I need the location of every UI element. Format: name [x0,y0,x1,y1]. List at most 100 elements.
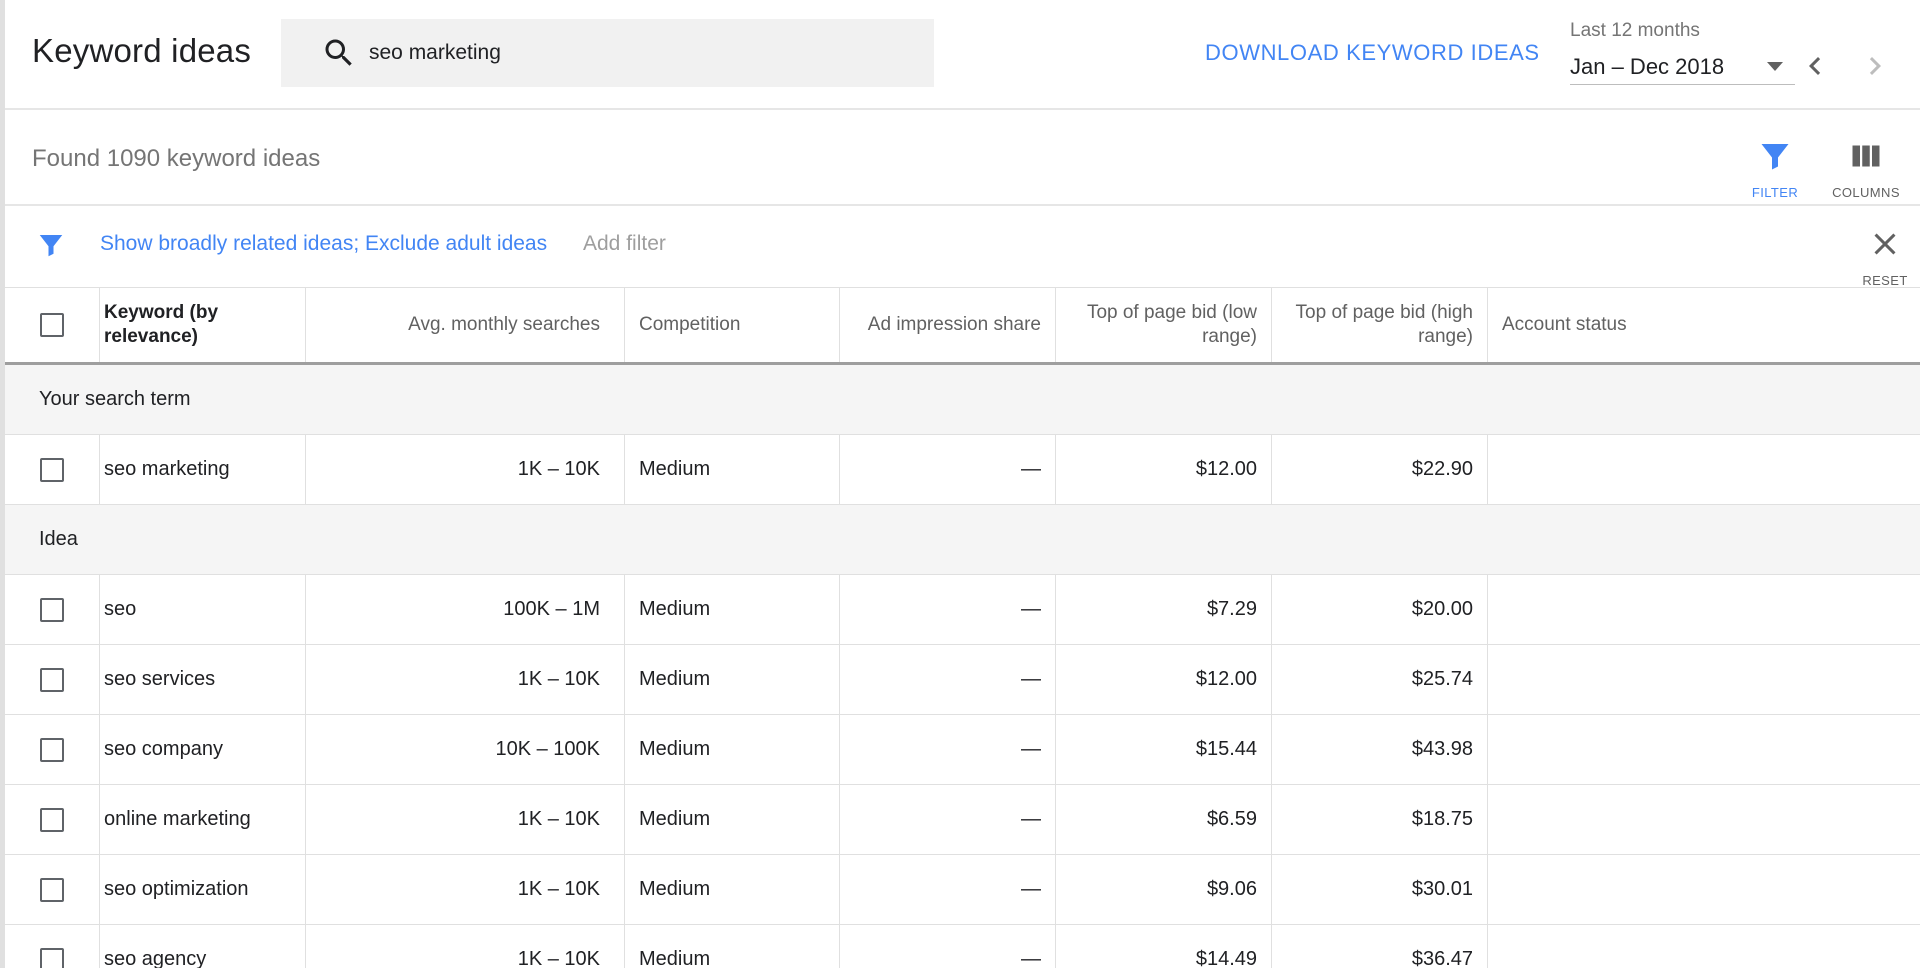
columns-button-label: COLUMNS [1832,185,1900,200]
bid-high-cell: $25.74 [1272,645,1488,714]
row-checkbox[interactable] [40,667,64,692]
bid-high-cell: $43.98 [1272,715,1488,784]
row-select-cell [5,715,100,784]
search-input[interactable] [369,19,909,87]
column-header-avg-monthly-searches[interactable]: Avg. monthly searches [306,287,625,362]
date-range-label: Last 12 months [1570,20,1700,41]
columns-icon [1852,145,1880,167]
active-filters-link[interactable]: Show broadly related ideas; Exclude adul… [100,232,547,256]
column-header-keyword[interactable]: Keyword (by relevance) [100,287,306,362]
keyword-cell: online marketing [100,785,306,854]
bid-low-cell: $9.06 [1056,855,1272,924]
row-select-cell [5,435,100,504]
results-summary-bar: Found 1090 keyword ideas FILTER COLUMNS [5,110,1920,206]
date-range-dropdown[interactable]: Jan – Dec 2018 [1570,48,1795,85]
account-status-cell [1488,855,1920,924]
table-row: seo services 1K – 10K Medium — $12.00 $2… [5,645,1920,715]
ad-impression-cell: — [840,435,1056,504]
competition-cell: Medium [625,645,840,714]
ad-impression-cell: — [840,855,1056,924]
keyword-cell: seo optimization [100,855,306,924]
bid-low-cell: $6.59 [1056,785,1272,854]
bid-low-cell: $14.49 [1056,925,1272,968]
section-label: Idea [39,528,78,550]
bid-low-cell: $12.00 [1056,435,1272,504]
row-checkbox[interactable] [40,457,64,482]
download-keyword-ideas-link[interactable]: DOWNLOAD KEYWORD IDEAS [1205,40,1540,66]
column-header-ad-impression-share[interactable]: Ad impression share [840,287,1056,362]
table-row: seo optimization 1K – 10K Medium — $9.06… [5,855,1920,925]
keyword-cell: seo [100,575,306,644]
table-header-row: Keyword (by relevance) Avg. monthly sear… [5,287,1920,365]
avg-searches-cell: 100K – 1M [306,575,625,644]
account-status-cell [1488,575,1920,644]
row-select-cell [5,645,100,714]
page-title: Keyword ideas [32,32,252,69]
keyword-cell: seo company [100,715,306,784]
competition-cell: Medium [625,435,840,504]
avg-searches-cell: 10K – 100K [306,715,625,784]
filter-button-label: FILTER [1751,185,1799,200]
bid-high-cell: $30.01 [1272,855,1488,924]
ad-impression-cell: — [840,785,1056,854]
table-row: seo company 10K – 100K Medium — $15.44 $… [5,715,1920,785]
ad-impression-cell: — [840,925,1056,968]
table-row: seo agency 1K – 10K Medium — $14.49 $36.… [5,925,1920,968]
row-checkbox[interactable] [40,807,64,832]
ad-impression-cell: — [840,715,1056,784]
row-checkbox[interactable] [40,947,64,968]
section-label: Your search term [39,388,191,410]
account-status-cell [1488,715,1920,784]
bid-high-cell: $20.00 [1272,575,1488,644]
chevron-right-icon[interactable] [1857,48,1893,84]
table-row: seo 100K – 1M Medium — $7.29 $20.00 [5,575,1920,645]
found-count-text: Found 1090 keyword ideas [32,145,321,172]
reset-button[interactable]: RESET [1847,220,1920,290]
add-filter-button[interactable]: Add filter [583,232,666,256]
bid-high-cell: $36.47 [1272,925,1488,968]
account-status-cell [1488,435,1920,504]
table-row: seo marketing 1K – 10K Medium — $12.00 $… [5,435,1920,505]
bid-high-cell: $22.90 [1272,435,1488,504]
row-checkbox[interactable] [40,737,64,762]
row-checkbox[interactable] [40,597,64,622]
filter-icon [39,235,63,257]
row-checkbox[interactable] [40,877,64,902]
competition-cell: Medium [625,855,840,924]
select-all-checkbox[interactable] [40,312,64,337]
avg-searches-cell: 1K – 10K [306,925,625,968]
keyword-planner-page: Keyword ideas DOWNLOAD KEYWORD IDEAS Las… [0,0,1920,968]
account-status-cell [1488,785,1920,854]
search-box[interactable] [281,19,934,87]
page-header: Keyword ideas DOWNLOAD KEYWORD IDEAS Las… [5,0,1920,110]
section-header-search-term: Your search term [5,365,1920,435]
caret-down-icon [1767,62,1783,71]
competition-cell: Medium [625,785,840,854]
avg-searches-cell: 1K – 10K [306,855,625,924]
avg-searches-cell: 1K – 10K [306,435,625,504]
column-header-account-status[interactable]: Account status [1488,287,1920,362]
account-status-cell [1488,645,1920,714]
account-status-cell [1488,925,1920,968]
column-header-competition[interactable]: Competition [625,287,840,362]
select-all-cell [5,287,100,362]
bid-low-cell: $12.00 [1056,645,1272,714]
bid-low-cell: $15.44 [1056,715,1272,784]
date-range-value: Jan – Dec 2018 [1570,54,1725,79]
competition-cell: Medium [625,925,840,968]
keyword-cell: seo services [100,645,306,714]
avg-searches-cell: 1K – 10K [306,645,625,714]
row-select-cell [5,785,100,854]
avg-searches-cell: 1K – 10K [306,785,625,854]
filter-button[interactable]: FILTER [1725,130,1825,200]
competition-cell: Medium [625,575,840,644]
column-header-bid-low[interactable]: Top of page bid (low range) [1056,287,1272,362]
close-icon [1874,233,1896,255]
chevron-left-icon[interactable] [1797,48,1833,84]
section-header-idea: Idea [5,505,1920,575]
search-icon [325,39,352,66]
competition-cell: Medium [625,715,840,784]
column-header-bid-high[interactable]: Top of page bid (high range) [1272,287,1488,362]
columns-button[interactable]: COLUMNS [1816,130,1916,200]
filter-bar: Show broadly related ideas; Exclude adul… [5,206,1920,288]
